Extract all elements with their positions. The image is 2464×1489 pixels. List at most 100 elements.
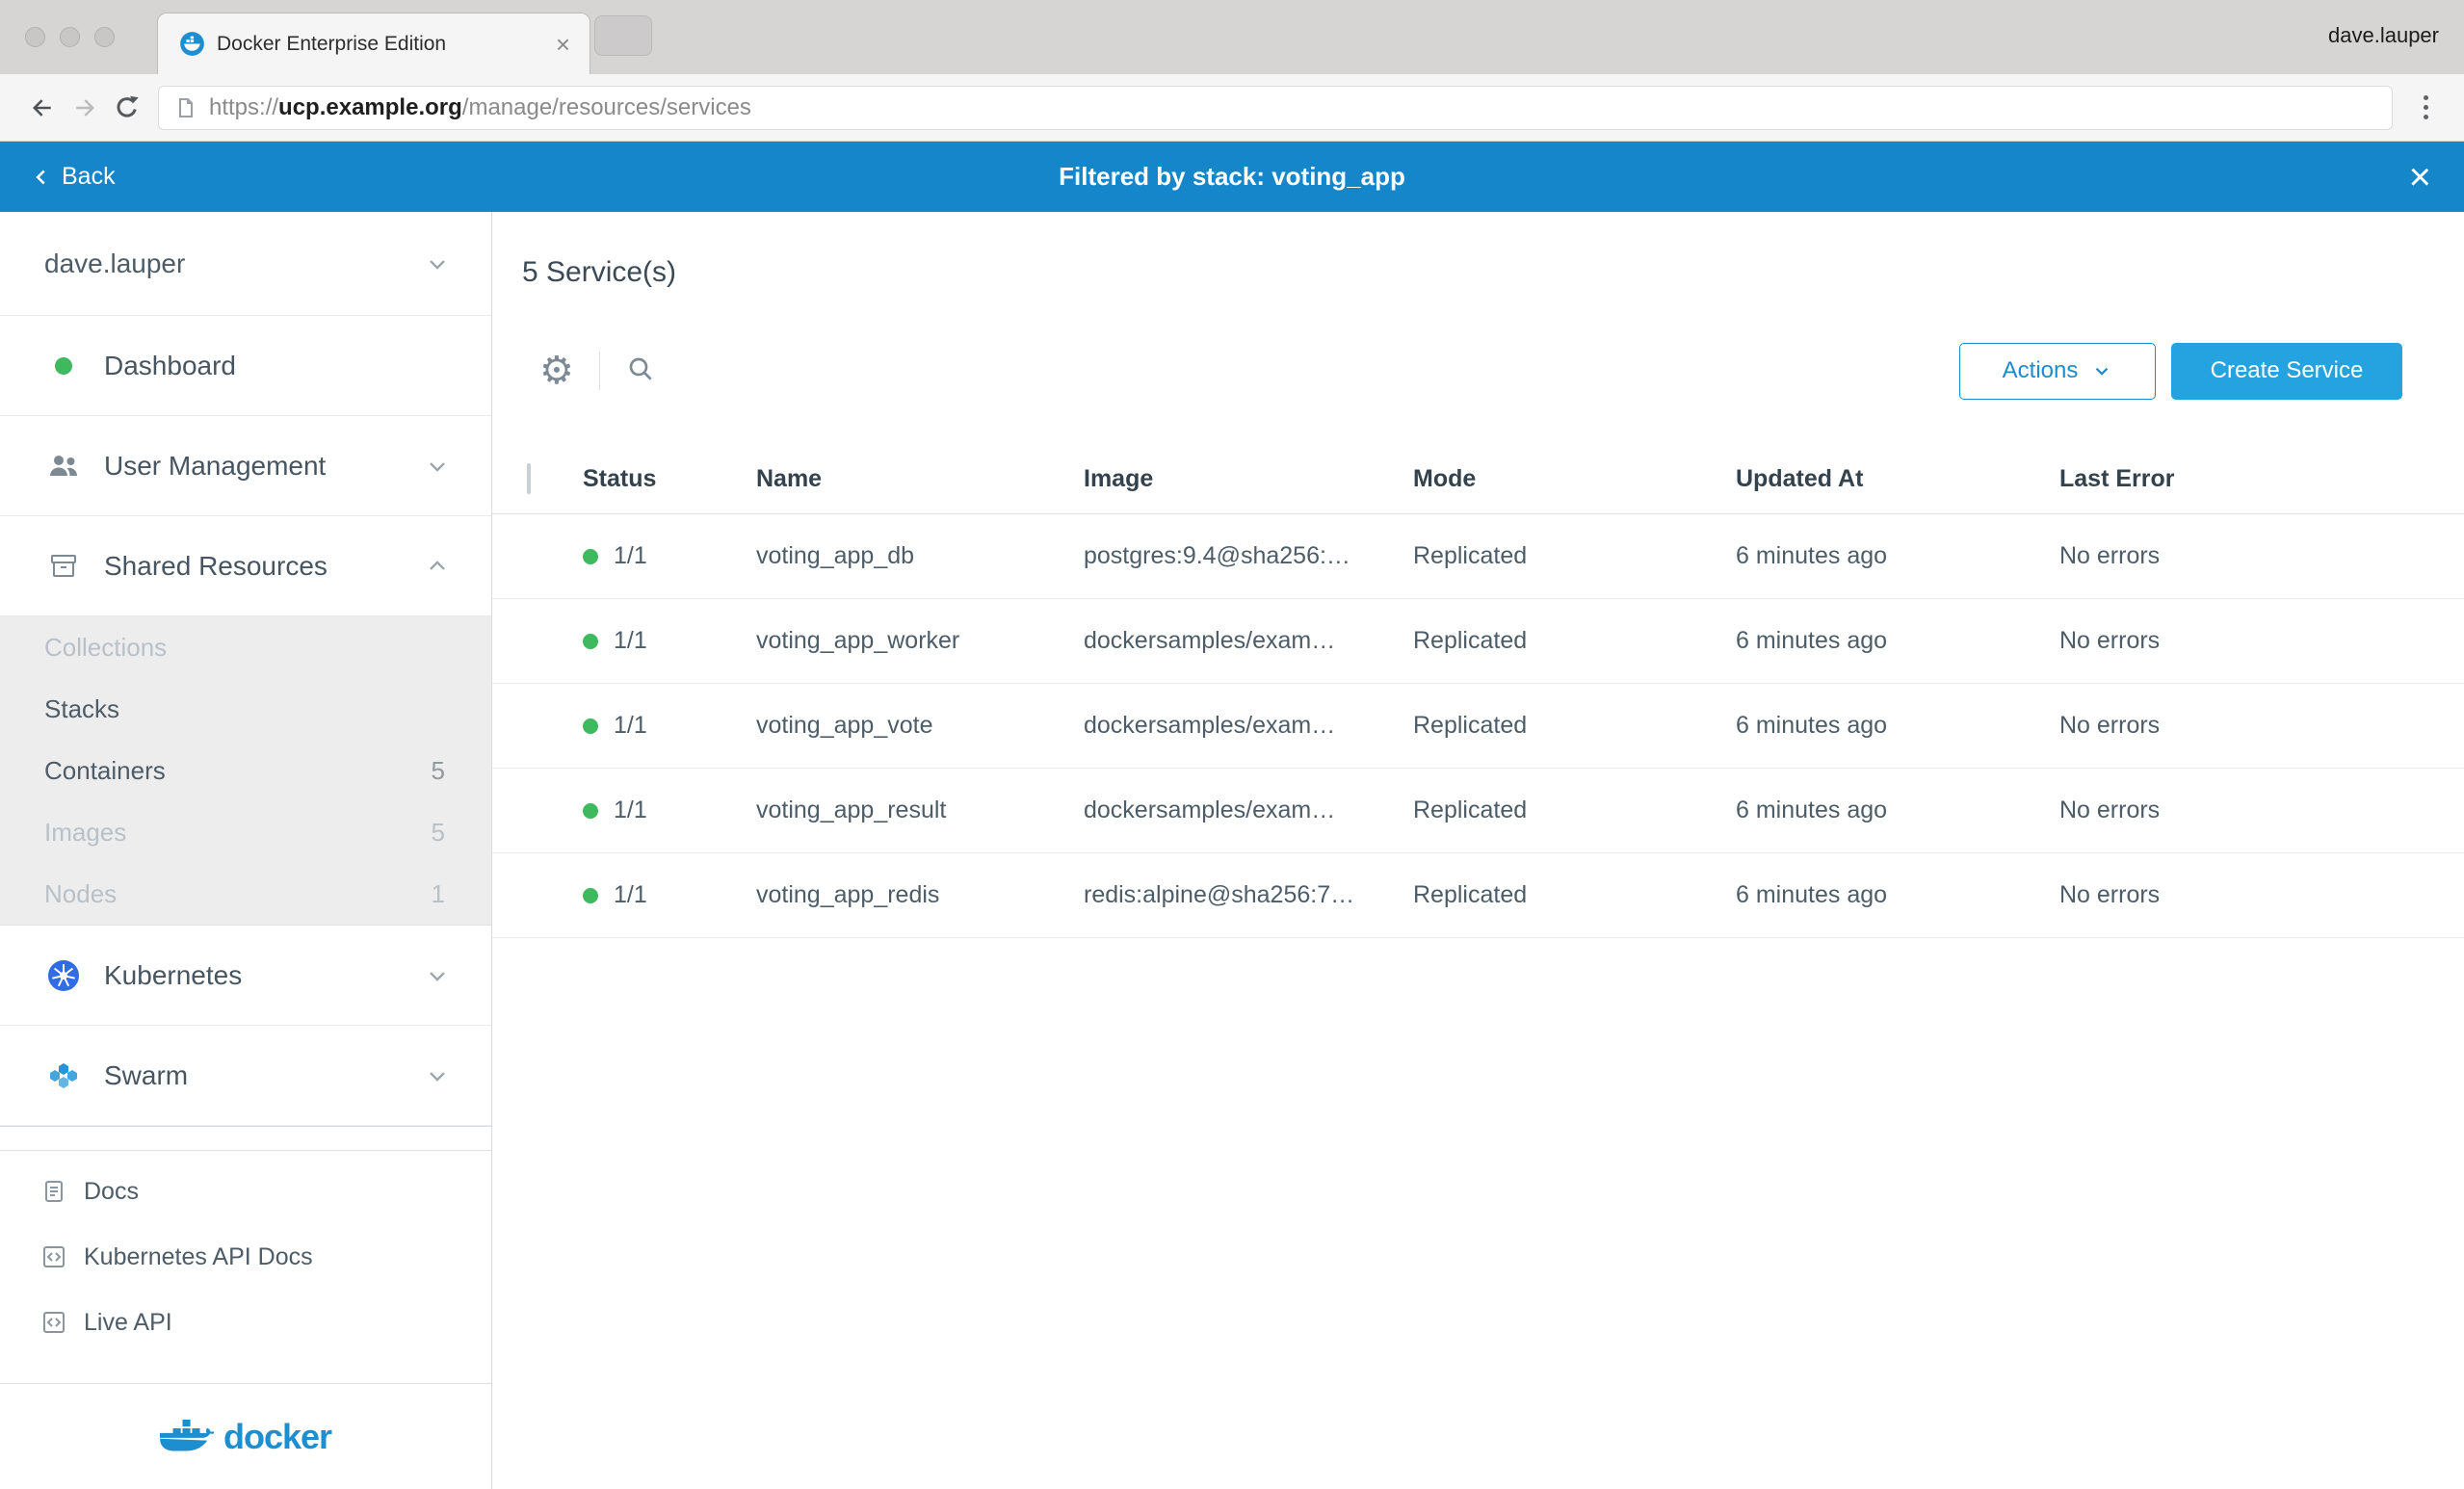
chevron-down-icon: [424, 962, 451, 989]
sidebar-item-stacks[interactable]: Stacks: [0, 678, 491, 740]
service-image: dockersamples/exam…: [1084, 627, 1413, 655]
service-last-error: No errors: [2059, 542, 2464, 570]
service-name[interactable]: voting_app_result: [756, 797, 1084, 824]
service-image: dockersamples/exam…: [1084, 797, 1413, 824]
sidebar-item-user-management[interactable]: User Management: [0, 416, 491, 516]
reload-button[interactable]: [106, 87, 148, 129]
column-header-image[interactable]: Image: [1084, 465, 1413, 493]
service-mode: Replicated: [1413, 881, 1736, 909]
sidebar-item-swarm[interactable]: Swarm: [0, 1026, 491, 1126]
background-tab[interactable]: [594, 15, 652, 56]
service-name[interactable]: voting_app_redis: [756, 881, 1084, 909]
services-table: Status Name Image Mode Updated At Last E…: [492, 445, 2464, 938]
url-field[interactable]: https://ucp.example.org/manage/resources…: [158, 86, 2393, 130]
containers-count-badge: 5: [432, 756, 445, 786]
images-count-badge: 5: [432, 818, 445, 848]
column-header-mode[interactable]: Mode: [1413, 465, 1736, 493]
sidebar-account[interactable]: dave.lauper: [0, 212, 491, 316]
column-header-name[interactable]: Name: [756, 465, 1084, 493]
sidebar-item-label: Kubernetes: [104, 960, 242, 991]
page-icon: [174, 96, 197, 119]
filter-banner: Back Filtered by stack: voting_app ×: [0, 142, 2464, 212]
sidebar-item-shared-resources[interactable]: Shared Resources: [0, 516, 491, 616]
submenu-label: Stacks: [44, 694, 119, 724]
submenu-label: Containers: [44, 756, 166, 786]
column-header-last-error[interactable]: Last Error: [2059, 465, 2464, 493]
forward-button[interactable]: [64, 87, 106, 129]
service-mode: Replicated: [1413, 712, 1736, 740]
chevron-down-icon: [424, 453, 451, 480]
sidebar-item-kubernetes-api-docs[interactable]: Kubernetes API Docs: [0, 1224, 491, 1290]
column-header-updated-at[interactable]: Updated At: [1736, 465, 2059, 493]
table-row[interactable]: 1/1 voting_app_redis redis:alpine@sha256…: [492, 853, 2464, 938]
service-last-error: No errors: [2059, 797, 2464, 824]
url-text: https://ucp.example.org/manage/resources…: [209, 94, 751, 121]
toolbar-divider: [599, 352, 600, 390]
close-window-icon[interactable]: [25, 27, 45, 47]
sidebar-item-nodes[interactable]: Nodes 1: [0, 863, 491, 925]
sidebar-item-images[interactable]: Images 5: [0, 801, 491, 863]
main-content: 5 Service(s) ⚙ Actions Create Service: [492, 212, 2464, 1489]
url-host: ucp.example.org: [278, 94, 462, 120]
sidebar-item-label: Dashboard: [104, 351, 236, 381]
chevron-down-icon: [2091, 360, 2112, 381]
gear-icon[interactable]: ⚙: [539, 352, 574, 390]
sidebar-item-live-api[interactable]: Live API: [0, 1290, 491, 1355]
sidebar-item-collections[interactable]: Collections: [0, 616, 491, 678]
back-button[interactable]: [21, 87, 64, 129]
submenu-label: Collections: [44, 633, 167, 663]
table-header-row: Status Name Image Mode Updated At Last E…: [492, 445, 2464, 514]
table-row[interactable]: 1/1 voting_app_worker dockersamples/exam…: [492, 599, 2464, 684]
submenu-label: Images: [44, 818, 126, 848]
account-label: dave.lauper: [44, 248, 185, 279]
browser-tab[interactable]: Docker Enterprise Edition ×: [157, 13, 590, 74]
actions-button-label: Actions: [2003, 357, 2079, 384]
status-dot-icon: [583, 718, 598, 734]
service-name[interactable]: voting_app_vote: [756, 712, 1084, 740]
api-docs-icon: [40, 1244, 67, 1269]
service-last-error: No errors: [2059, 627, 2464, 655]
chevron-up-icon: [424, 553, 451, 580]
browser-menu-button[interactable]: [2408, 95, 2443, 119]
address-bar: https://ucp.example.org/manage/resources…: [0, 74, 2464, 142]
sidebar-divider: [0, 1126, 491, 1151]
sidebar-docs-section: Docs Kubernetes API Docs: [0, 1151, 491, 1355]
swarm-icon: [44, 1059, 83, 1092]
sidebar-item-label: Shared Resources: [104, 551, 328, 582]
status-dot-icon: [583, 549, 598, 564]
minimize-window-icon[interactable]: [60, 27, 80, 47]
status-value: 1/1: [614, 712, 647, 740]
table-row[interactable]: 1/1 voting_app_vote dockersamples/exam… …: [492, 684, 2464, 769]
column-header-status[interactable]: Status: [583, 465, 756, 493]
actions-button[interactable]: Actions: [1959, 343, 2156, 400]
sidebar-item-label: Swarm: [104, 1060, 188, 1091]
service-name[interactable]: voting_app_db: [756, 542, 1084, 570]
window-user-label: dave.lauper: [2328, 23, 2439, 48]
sidebar-item-dashboard[interactable]: Dashboard: [0, 316, 491, 416]
toolbar: ⚙ Actions Create Service: [492, 341, 2464, 401]
tab-close-icon[interactable]: ×: [554, 32, 572, 57]
service-name[interactable]: voting_app_worker: [756, 627, 1084, 655]
create-service-button[interactable]: Create Service: [2171, 343, 2402, 400]
zoom-window-icon[interactable]: [94, 27, 115, 47]
live-api-icon: [40, 1310, 67, 1335]
select-all-checkbox[interactable]: [527, 463, 531, 494]
submenu-label: Nodes: [44, 879, 117, 909]
status-dot-icon: [583, 634, 598, 649]
sidebar-item-docs[interactable]: Docs: [0, 1159, 491, 1224]
banner-close-icon[interactable]: ×: [2409, 158, 2431, 196]
window-controls[interactable]: [25, 27, 115, 47]
table-row[interactable]: 1/1 voting_app_db postgres:9.4@sha256:… …: [492, 514, 2464, 599]
search-icon[interactable]: [625, 353, 656, 389]
docker-favicon-icon: [179, 31, 205, 57]
service-updated-at: 6 minutes ago: [1736, 712, 2059, 740]
status-value: 1/1: [614, 542, 647, 570]
status-value: 1/1: [614, 881, 647, 909]
stack-icon: [44, 550, 83, 583]
sidebar-item-kubernetes[interactable]: Kubernetes: [0, 926, 491, 1026]
docs-icon: [40, 1179, 67, 1204]
table-row[interactable]: 1/1 voting_app_result dockersamples/exam…: [492, 769, 2464, 853]
sidebar-item-label: Live API: [84, 1309, 172, 1337]
service-updated-at: 6 minutes ago: [1736, 881, 2059, 909]
sidebar-item-containers[interactable]: Containers 5: [0, 740, 491, 801]
